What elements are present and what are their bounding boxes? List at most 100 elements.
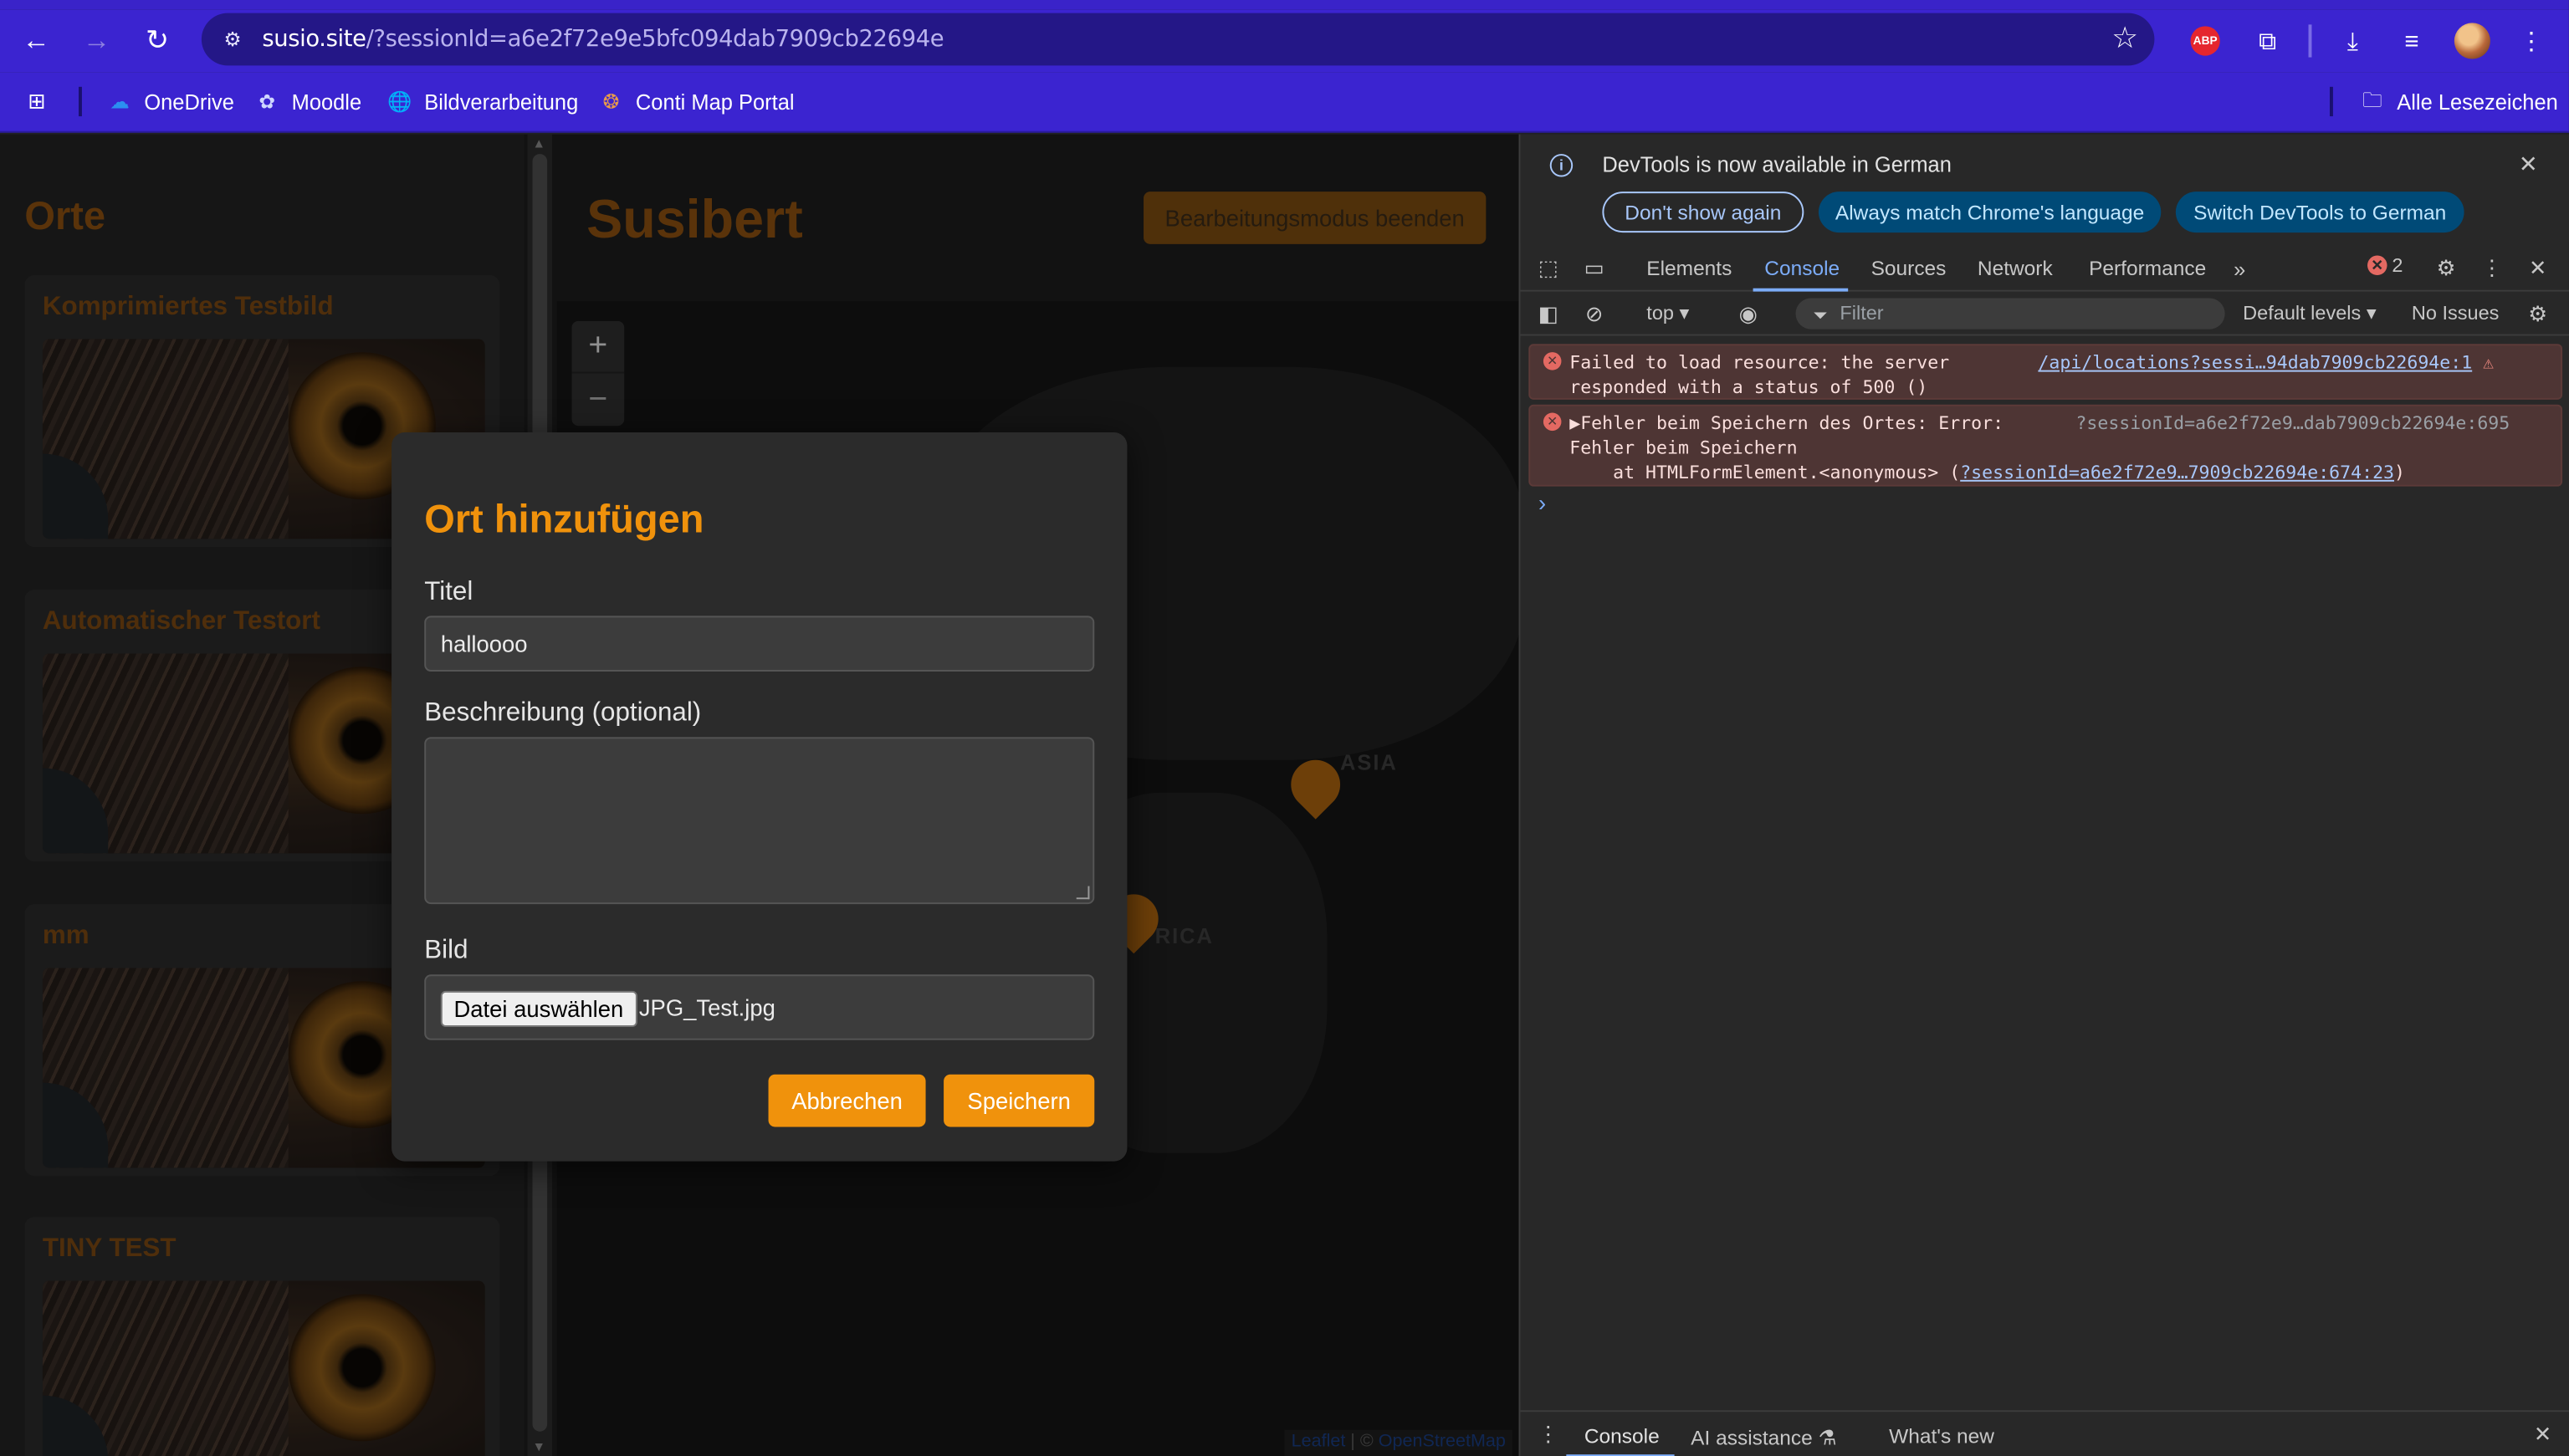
description-textarea[interactable]	[424, 737, 1095, 905]
devtools-panel: i DevTools is now available in German ✕ …	[1518, 134, 2569, 1456]
menu-icon[interactable]: ⋮	[2513, 23, 2549, 59]
bookmarks-divider	[79, 86, 82, 117]
source-link-text[interactable]: /api/locations?sessi…94dab7909cb22694e:1	[2038, 352, 2472, 373]
error-text-body: ▶Fehler beim Speichern des Ortes: Error:…	[1569, 412, 2004, 483]
forward-icon[interactable]: →	[75, 20, 118, 63]
settings-gear-icon[interactable]: ⚙	[2431, 254, 2460, 284]
sidebar-toggle-icon[interactable]: ◧	[1533, 299, 1563, 329]
console-error-message: ✕ Failed to load resource: the server re…	[1528, 344, 2563, 400]
resize-grip-icon[interactable]	[1076, 886, 1090, 900]
filter-icon: ⏷	[1813, 305, 1828, 325]
conti-icon: ❂	[602, 89, 620, 114]
title-label: Titel	[424, 578, 473, 606]
cancel-button[interactable]: Abbrechen	[768, 1074, 926, 1127]
globe-icon: 🌐	[387, 89, 412, 114]
tab-strip	[0, 0, 2569, 10]
bookmark-label: Moodle	[291, 89, 362, 115]
bookmark-label: Bildverarbeitung	[424, 89, 579, 115]
all-bookmarks-label: Alle Lesezeichen	[2397, 89, 2558, 115]
site-info-icon[interactable]: ⚙	[217, 24, 247, 54]
image-label: Bild	[424, 937, 468, 965]
log-levels-dropdown[interactable]: Default levels ▾	[2243, 301, 2376, 324]
drawer-tab-ai-assistance[interactable]: AI assistance ⚗	[1691, 1425, 1836, 1449]
downloads-icon[interactable]: ⤓	[2335, 23, 2371, 59]
reload-icon[interactable]: ↻	[136, 20, 179, 63]
browser-toolbar: ← → ↻ ⚙ susio.site/?sessionId=a6e2f72e9e…	[0, 9, 2569, 73]
console-output: ✕ Failed to load resource: the server re…	[1520, 337, 2569, 1402]
bookmark-bildverarbeitung[interactable]: 🌐 Bildverarbeitung	[386, 87, 578, 116]
tab-network[interactable]: Network	[1978, 257, 2053, 279]
error-count-badge[interactable]: ✕ 2	[2367, 254, 2403, 277]
folder-icon: 🗀	[2362, 87, 2382, 111]
close-banner-icon[interactable]: ✕	[2519, 151, 2538, 178]
drawer-tab-console[interactable]: Console	[1584, 1425, 1660, 1448]
stack-trace-link[interactable]: ?sessionId=a6e2f72e9…7909cb22694e:674:23	[1960, 462, 2394, 483]
error-source-link[interactable]: ?sessionId=a6e2f72e9…dab7909cb22694e:695	[2075, 411, 2510, 436]
adblock-plus-icon[interactable]: ABP	[2190, 26, 2220, 56]
context-selector[interactable]: top ▾	[1646, 301, 1689, 324]
bookmark-conti-map-portal[interactable]: ❂ Conti Map Portal	[598, 87, 795, 116]
context-label: top	[1646, 301, 1674, 324]
devtools-drawer: ⋮ Console AI assistance ⚗ What's new ✕	[1520, 1410, 2569, 1456]
bookmark-label: OneDrive	[144, 89, 234, 115]
error-icon: ✕	[2367, 255, 2387, 276]
drawer-tab-whats-new[interactable]: What's new	[1889, 1425, 1994, 1448]
console-settings-icon[interactable]: ⚙	[2523, 299, 2552, 329]
error-icon: ✕	[1543, 412, 1562, 432]
profile-avatar[interactable]	[2454, 23, 2490, 59]
tab-performance[interactable]: Performance	[2089, 257, 2206, 279]
issues-counter[interactable]: No Issues	[2412, 301, 2500, 324]
abp-label: ABP	[2193, 35, 2218, 47]
network-request-icon[interactable]: ⚠	[2483, 352, 2494, 373]
close-drawer-icon[interactable]: ✕	[2528, 1420, 2557, 1449]
customize-menu-icon[interactable]: ⋮	[2477, 254, 2506, 284]
console-filter-input[interactable]: Filter	[1795, 298, 2225, 330]
console-toolbar: ◧ ⊘ top ▾ ◉ Filter ⏷ Default levels ▾ No…	[1520, 294, 2569, 336]
flask-icon: ⚗	[1818, 1426, 1837, 1450]
error-icon: ✕	[1543, 352, 1562, 370]
drawer-menu-icon[interactable]: ⋮	[1533, 1420, 1563, 1449]
bookmarks-divider	[2329, 86, 2333, 117]
bookmark-moodle[interactable]: ✿ Moodle	[254, 87, 362, 116]
console-error-message[interactable]: ✕ ▶Fehler beim Speichern des Ortes: Erro…	[1528, 404, 2563, 487]
tab-sources[interactable]: Sources	[1871, 257, 1947, 279]
dialog-title: Ort hinzufügen	[424, 498, 704, 543]
tab-console[interactable]: Console	[1764, 257, 1840, 279]
error-text-paren: )	[2394, 462, 2405, 483]
image-file-input[interactable]: Datei auswählen JPG_Test.jpg	[424, 974, 1095, 1040]
bookmark-label: Conti Map Portal	[635, 89, 795, 115]
back-icon[interactable]: ←	[15, 20, 58, 63]
title-input[interactable]: halloooo	[424, 616, 1095, 672]
bookmark-onedrive[interactable]: ☁ OneDrive	[106, 87, 234, 116]
save-button[interactable]: Speichern	[944, 1074, 1095, 1127]
live-expression-eye-icon[interactable]: ◉	[1733, 299, 1763, 329]
extensions-icon[interactable]: ⧉	[2249, 23, 2285, 59]
apps-grid-icon[interactable]: ⊞	[28, 87, 45, 116]
address-bar[interactable]: ⚙ susio.site/?sessionId=a6e2f72e9e5bfc09…	[201, 13, 2155, 66]
all-bookmarks[interactable]: 🗀 Alle Lesezeichen	[2359, 87, 2558, 116]
active-tab-indicator	[1753, 288, 1849, 292]
selected-file-name: JPG_Test.jpg	[638, 994, 775, 1021]
error-source-link[interactable]: /api/locations?sessi…94dab7909cb22694e:1…	[2038, 350, 2494, 375]
match-chrome-language-button[interactable]: Always match Chrome's language	[1818, 192, 2162, 233]
tab-elements[interactable]: Elements	[1646, 257, 1732, 279]
url-text[interactable]: susio.site/?sessionId=a6e2f72e9e5bfc094d…	[262, 26, 944, 52]
bookmark-star-icon[interactable]: ☆	[2111, 21, 2138, 55]
toolbar-divider	[2308, 24, 2312, 58]
close-devtools-icon[interactable]: ✕	[2523, 254, 2552, 284]
inspect-element-icon[interactable]: ⬚	[1533, 254, 1563, 284]
add-location-dialog: Ort hinzufügen Titel halloooo Beschreibu…	[391, 432, 1128, 1162]
device-toolbar-icon[interactable]: ▭	[1579, 254, 1609, 284]
url-path: /?sessionId=a6e2f72e9e5bfc094dab7909cb22…	[366, 26, 944, 53]
media-controls-icon[interactable]: ≡	[2393, 23, 2429, 59]
clear-console-icon[interactable]: ⊘	[1579, 299, 1609, 329]
error-text: Failed to load resource: the server resp…	[1569, 352, 1950, 398]
switch-to-german-button[interactable]: Switch DevTools to German	[2175, 192, 2464, 233]
more-tabs-icon[interactable]: »	[2225, 254, 2254, 284]
error-count: 2	[2392, 253, 2403, 277]
log-levels-label: Default levels	[2243, 301, 2362, 324]
dont-show-again-button[interactable]: Don't show again	[1602, 192, 1804, 233]
console-prompt-icon[interactable]: ›	[1538, 490, 1546, 516]
url-host: susio.site	[262, 26, 366, 53]
choose-file-button[interactable]: Datei auswählen	[440, 990, 637, 1027]
